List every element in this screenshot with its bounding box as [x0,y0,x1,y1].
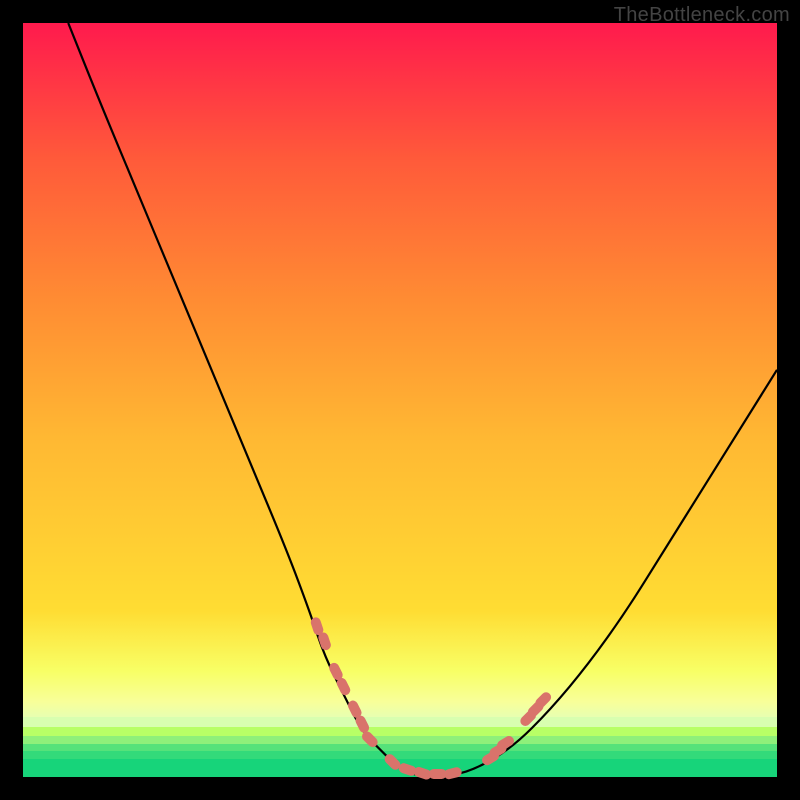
watermark-text: TheBottleneck.com [614,4,790,27]
curve-marker [443,766,463,780]
bottleneck-curve-svg [23,23,777,777]
bottleneck-curve-path [68,23,777,777]
chart-frame [23,23,777,777]
